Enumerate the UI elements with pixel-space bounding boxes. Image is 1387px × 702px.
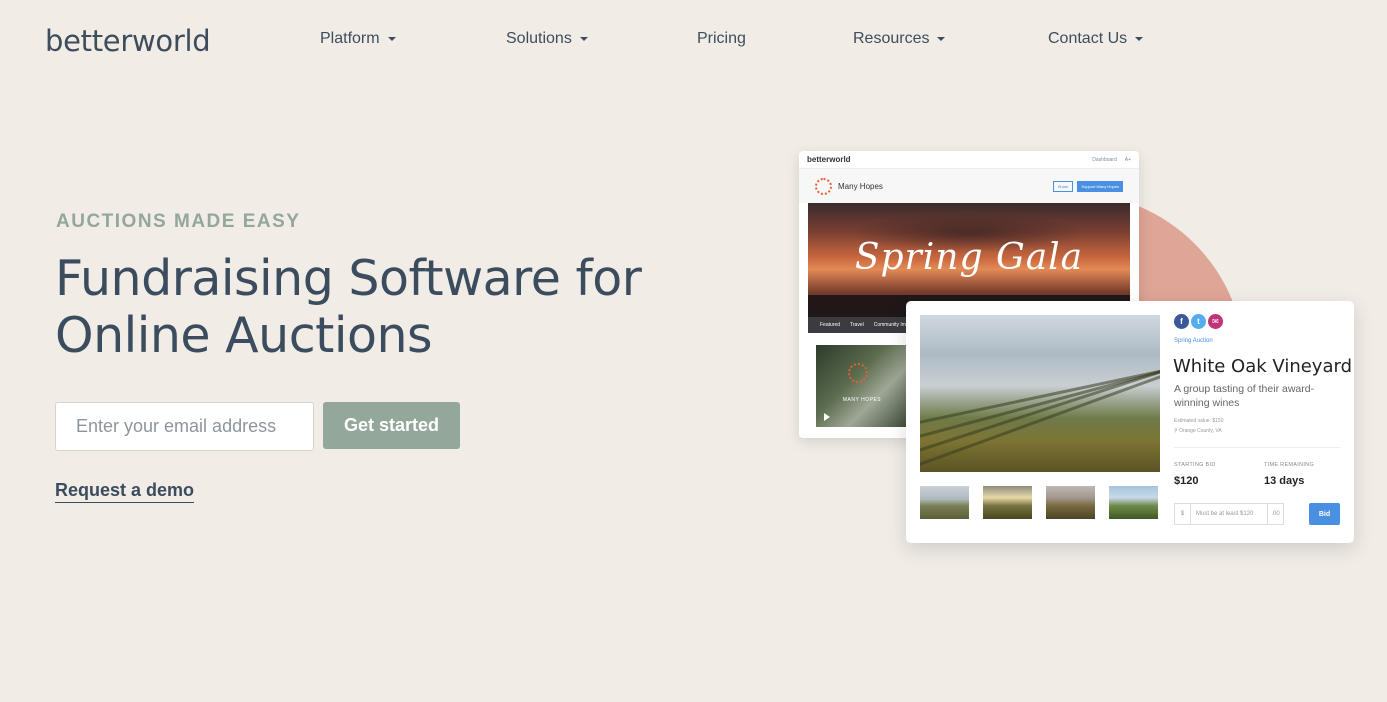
caret-down-icon: [937, 37, 946, 41]
bid-amount-field[interactable]: $ Must be at least $120 .00: [1174, 503, 1284, 525]
card-title: White Oak Vineyard: [1173, 356, 1352, 377]
gala-banner-image: Spring Gala: [808, 203, 1130, 317]
photo-thumbnail[interactable]: [1109, 486, 1158, 519]
play-icon: [824, 413, 830, 421]
hero-title-line2: Online Auctions: [55, 307, 433, 364]
photo-thumbnails: [920, 486, 1158, 519]
time-remaining-label: TIME REMAINING: [1264, 462, 1315, 468]
browser-logo: betterworld: [807, 155, 851, 164]
org-header: Many Hopes: [815, 177, 883, 195]
hero-eyebrow: AUCTIONS MADE EASY: [56, 211, 301, 232]
nav-pricing-label: Pricing: [697, 30, 746, 47]
share-mini-button: Share: [1052, 180, 1074, 192]
nav-resources[interactable]: Resources: [853, 30, 946, 48]
nav-platform[interactable]: Platform: [320, 30, 396, 48]
org-logo-icon: [815, 177, 832, 195]
gala-tab: Travel: [850, 322, 864, 328]
bid-prefix: $: [1175, 504, 1191, 524]
facebook-icon[interactable]: f: [1174, 314, 1189, 329]
hero-title: Fundraising Software for Online Auctions: [55, 250, 695, 364]
main-nav: Platform Solutions Pricing Resources Con…: [0, 30, 1387, 54]
gala-banner-title: Spring Gala: [854, 237, 1084, 278]
estimated-value: Estimated value: $150: [1174, 418, 1224, 424]
gala-tab: Featured: [820, 322, 841, 328]
location-text: Orange County, VA: [1179, 428, 1222, 434]
nav-solutions-label: Solutions: [506, 30, 572, 47]
org-name: Many Hopes: [838, 181, 883, 191]
org-logo-icon: [848, 363, 868, 383]
twitter-icon[interactable]: t: [1191, 314, 1206, 329]
video-thumbnail: MANY HOPES: [816, 345, 908, 427]
video-caption: MANY HOPES: [842, 397, 882, 403]
caret-down-icon: [1135, 37, 1144, 41]
nav-contact[interactable]: Contact Us: [1048, 30, 1144, 48]
browser-topbar: betterworld Dashboard A+: [799, 151, 1139, 169]
location: ⚲ Orange County, VA: [1174, 426, 1223, 436]
card-description: A group tasting of their award-winning w…: [1174, 383, 1315, 409]
photo-thumbnail[interactable]: [920, 486, 969, 519]
starting-bid-label: STARTING BID: [1174, 462, 1216, 468]
photo-thumbnail[interactable]: [983, 486, 1032, 519]
card-meta: Estimated value: $150 ⚲ Orange County, V…: [1174, 416, 1223, 436]
request-demo-link[interactable]: Request a demo: [55, 480, 195, 503]
vineyard-photo: [920, 315, 1160, 472]
bid-button[interactable]: Bid: [1309, 503, 1340, 525]
nav-platform-label: Platform: [320, 30, 380, 47]
bid-suffix: .00: [1267, 504, 1283, 524]
email-input[interactable]: [55, 402, 314, 451]
get-started-button[interactable]: Get started: [323, 402, 460, 449]
support-mini-button: Support Many Hopes: [1077, 180, 1123, 192]
caret-down-icon: [387, 37, 396, 41]
photo-thumbnail[interactable]: [1046, 486, 1095, 519]
org-row: Many Hopes Share Support Many Hopes: [799, 169, 1139, 203]
social-share: f t ✉: [1174, 314, 1223, 329]
nav-pricing[interactable]: Pricing: [697, 30, 746, 48]
time-remaining-value: 13 days: [1264, 475, 1305, 487]
hero-title-line1: Fundraising Software for: [55, 250, 642, 307]
email-icon[interactable]: ✉: [1208, 314, 1223, 329]
card-divider: [1174, 447, 1340, 448]
browser-link-dashboard: Dashboard: [1092, 156, 1117, 163]
org-buttons: Share Support Many Hopes: [1052, 180, 1123, 192]
nav-contact-label: Contact Us: [1048, 30, 1128, 47]
nav-resources-label: Resources: [853, 30, 930, 47]
card-kicker: Spring Auction: [1174, 338, 1213, 344]
caret-down-icon: [579, 37, 588, 41]
nav-solutions[interactable]: Solutions: [506, 30, 588, 48]
bid-placeholder: Must be at least $120: [1196, 511, 1254, 517]
browser-link-account: A+: [1124, 156, 1131, 163]
auction-item-card: f t ✉ Spring Auction White Oak Vineyard …: [906, 301, 1354, 543]
starting-bid-value: $120: [1174, 475, 1199, 487]
browser-links: Dashboard A+: [1092, 157, 1131, 163]
